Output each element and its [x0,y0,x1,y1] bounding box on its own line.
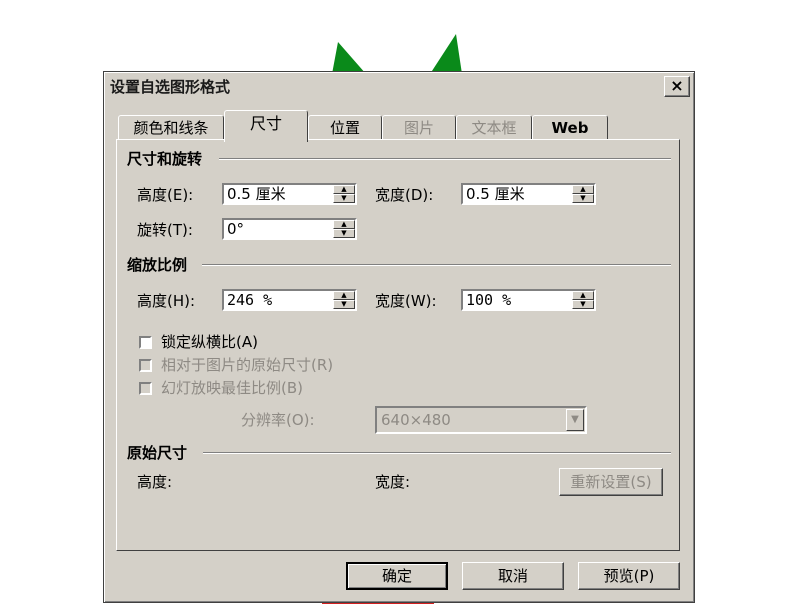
original-width-label: 宽度: [375,473,411,491]
spin-down-button[interactable]: ▼ [333,194,355,203]
rotate-spinner[interactable]: 0° ▲ ▼ [222,218,357,240]
scale-width-value: 100 % [466,291,512,309]
tab-picture[interactable]: 图片 [382,115,456,140]
rotate-label: 旋转(T): [137,221,193,239]
spin-down-icon: ▼ [341,300,347,308]
close-button[interactable]: × [664,76,690,97]
close-icon: × [670,76,684,95]
divider [203,452,671,454]
spin-up-button[interactable]: ▲ [572,291,594,300]
divider [202,264,671,266]
cancel-button[interactable]: 取消 [462,562,564,590]
original-height-label: 高度: [137,473,173,491]
spin-up-icon: ▲ [341,220,347,228]
spin-up-button[interactable]: ▲ [333,291,355,300]
spin-up-button[interactable]: ▲ [333,220,355,229]
lock-aspect-checkbox[interactable] [139,336,152,349]
scale-width-label: 宽度(W): [375,292,437,310]
resolution-label: 分辨率(O): [241,411,315,429]
size-tab-panel: 尺寸和旋转 高度(E): 0.5 厘米 ▲ ▼ 宽度(D): 0.5 厘米 ▲ … [116,139,680,551]
height-value: 0.5 厘米 [227,185,286,203]
tab-textbox[interactable]: 文本框 [456,115,532,140]
spin-down-icon: ▼ [580,194,586,202]
reset-button[interactable]: 重新设置(S) [559,468,663,496]
height-spinner[interactable]: 0.5 厘米 ▲ ▼ [222,183,357,205]
scale-width-spinner[interactable]: 100 % ▲ ▼ [461,289,596,311]
spin-up-button[interactable]: ▲ [333,185,355,194]
spin-up-icon: ▲ [341,185,347,193]
width-spinner[interactable]: 0.5 厘米 ▲ ▼ [461,183,596,205]
resolution-value: 640×480 [381,411,451,429]
original-size-heading: 原始尺寸 [127,444,188,462]
spin-down-icon: ▼ [341,229,347,237]
chevron-down-icon[interactable]: ▼ [566,409,584,431]
lock-aspect-label[interactable]: 锁定纵横比(A) [161,332,258,352]
resolution-select[interactable]: 640×480 ▼ [375,406,587,434]
dialog-title: 设置自选图形格式 [106,74,692,100]
ok-button[interactable]: 确定 [346,562,448,590]
tab-size[interactable]: 尺寸 [224,110,308,142]
height-label: 高度(E): [137,186,194,204]
spin-down-icon: ▼ [580,300,586,308]
scale-height-value: 246 % [227,291,273,309]
spin-down-button[interactable]: ▼ [333,229,355,238]
preview-button[interactable]: 预览(P) [578,562,680,590]
slideshow-scale-label[interactable]: 幻灯放映最佳比例(B) [161,378,303,398]
spin-up-icon: ▲ [580,291,586,299]
slideshow-scale-checkbox[interactable] [139,382,152,395]
spin-down-button[interactable]: ▼ [572,300,594,309]
tab-position[interactable]: 位置 [308,115,382,140]
tab-colors-lines[interactable]: 颜色和线条 [118,115,224,140]
width-label: 宽度(D): [375,186,434,204]
spin-down-icon: ▼ [341,194,347,202]
scale-height-label: 高度(H): [137,292,196,310]
rotate-value: 0° [227,220,245,238]
divider [219,158,671,160]
format-autoshape-dialog: 设置自选图形格式 × 颜色和线条 尺寸 位置 图片 文本框 Web 尺寸和旋转 … [103,71,695,603]
relative-size-label[interactable]: 相对于图片的原始尺寸(R) [161,355,333,375]
spin-down-button[interactable]: ▼ [572,194,594,203]
spin-up-icon: ▲ [580,185,586,193]
tab-web[interactable]: Web [532,115,608,140]
width-value: 0.5 厘米 [466,185,525,203]
size-rotate-heading: 尺寸和旋转 [127,150,203,168]
relative-size-checkbox[interactable] [139,359,152,372]
scale-heading: 缩放比例 [127,256,188,274]
scale-height-spinner[interactable]: 246 % ▲ ▼ [222,289,357,311]
spin-up-button[interactable]: ▲ [572,185,594,194]
spin-down-button[interactable]: ▼ [333,300,355,309]
spin-up-icon: ▲ [341,291,347,299]
